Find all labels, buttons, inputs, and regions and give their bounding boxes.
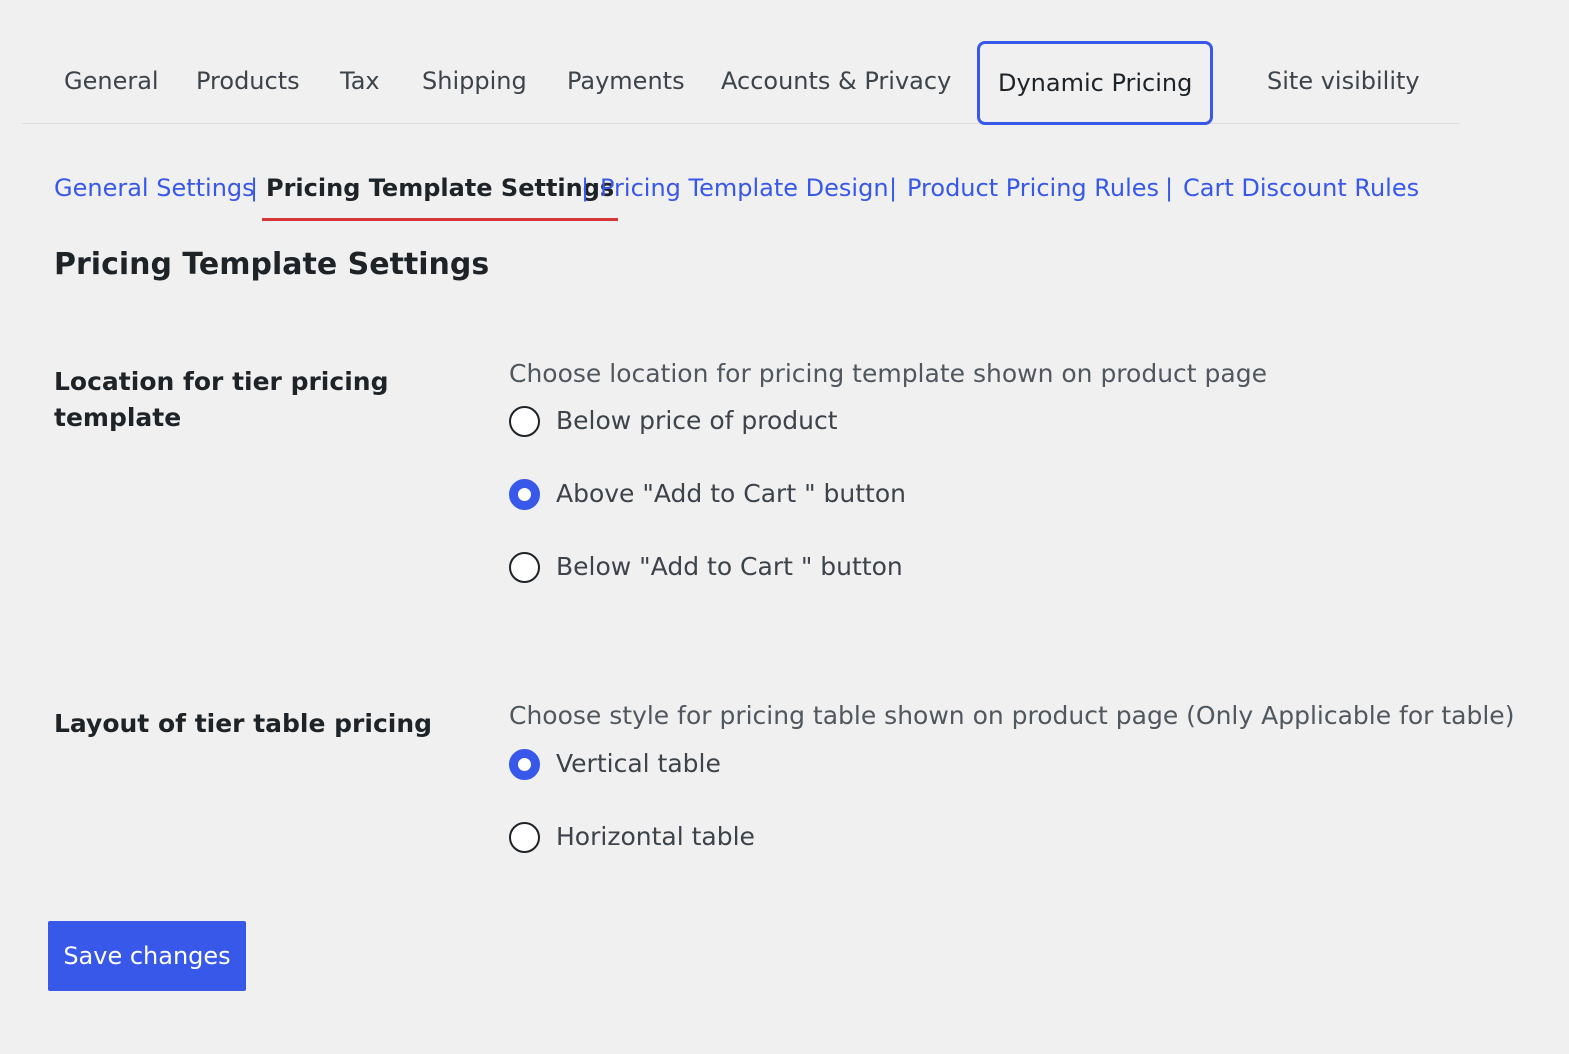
settings-page: General Products Tax Shipping Payments A… <box>0 0 1569 1054</box>
radio-label: Vertical table <box>556 749 721 778</box>
subnav-separator: | <box>1165 174 1174 202</box>
save-changes-button[interactable]: Save changes <box>48 921 246 991</box>
location-field-label: Location for tier pricing template <box>54 367 389 432</box>
location-field-description: Choose location for pricing template sho… <box>509 359 1267 388</box>
tab-general[interactable]: General <box>64 40 159 123</box>
radio-label: Above "Add to Cart " button <box>556 479 906 508</box>
tab-dynamic-pricing[interactable]: Dynamic Pricing <box>977 41 1214 125</box>
tab-accounts-privacy[interactable]: Accounts & Privacy <box>721 40 951 123</box>
radio-unchecked-icon[interactable] <box>509 821 540 853</box>
subnav-separator: | <box>250 174 259 202</box>
radio-label: Below price of product <box>556 406 838 435</box>
subnav-cart-discount-rules[interactable]: Cart Discount Rules <box>1183 170 1419 206</box>
page-title: Pricing Template Settings <box>54 247 490 282</box>
subnav-product-pricing-rules[interactable]: Product Pricing Rules <box>907 170 1159 206</box>
radio-unchecked-icon[interactable] <box>509 551 540 583</box>
subnav-general-settings[interactable]: General Settings <box>54 170 255 206</box>
layout-option-vertical-table[interactable]: Vertical table <box>509 747 721 781</box>
subnav-pricing-template-design[interactable]: Pricing Template Design <box>600 170 889 206</box>
subnav-separator: | <box>889 174 898 202</box>
radio-label: Horizontal table <box>556 822 755 851</box>
layout-option-horizontal-table[interactable]: Horizontal table <box>509 820 755 854</box>
location-option-below-price[interactable]: Below price of product <box>509 404 838 438</box>
tab-products[interactable]: Products <box>196 40 300 123</box>
radio-checked-icon[interactable] <box>509 748 540 780</box>
layout-field-label: Layout of tier table pricing <box>54 709 433 738</box>
subnav-pricing-template-settings[interactable]: Pricing Template Settings <box>262 170 619 221</box>
radio-unchecked-icon[interactable] <box>509 405 540 437</box>
tab-shipping[interactable]: Shipping <box>422 40 527 123</box>
tab-site-visibility[interactable]: Site visibility <box>1267 40 1420 123</box>
location-option-below-add-to-cart[interactable]: Below "Add to Cart " button <box>509 550 903 584</box>
location-option-above-add-to-cart[interactable]: Above "Add to Cart " button <box>509 477 906 511</box>
tab-tax[interactable]: Tax <box>340 40 380 123</box>
tab-payments[interactable]: Payments <box>567 40 685 123</box>
radio-label: Below "Add to Cart " button <box>556 552 903 581</box>
settings-tabs: General Products Tax Shipping Payments A… <box>22 40 1460 125</box>
radio-checked-icon[interactable] <box>509 478 540 510</box>
layout-field-description: Choose style for pricing table shown on … <box>509 701 1515 730</box>
subnav-separator: | <box>581 174 590 202</box>
